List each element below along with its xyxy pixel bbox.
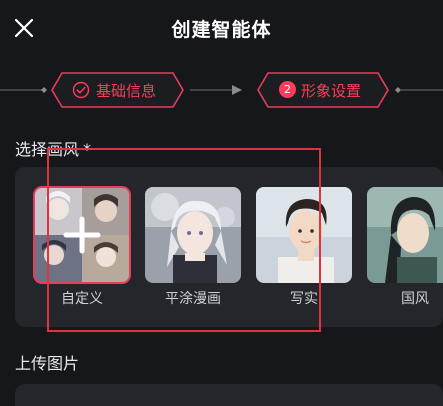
plus-icon [63,216,101,254]
style-option-custom[interactable] [33,186,131,284]
step-2-label[interactable]: 形象设置 [301,80,361,101]
upload-panel[interactable] [15,384,443,406]
flat-comic-preview-image [145,187,241,283]
style-option-flat-comic[interactable] [145,187,241,283]
style-section-title: 选择画风 * [15,136,91,160]
style-option-label: 自定义 [61,291,103,307]
upload-section-title: 上传图片 [15,354,80,373]
required-mark: * [83,140,92,159]
page-title: 创建智能体 [171,19,272,41]
style-options-panel: 自定义 平涂漫画 写实 国风 [15,167,443,327]
step-indicator: 基础信息 2 形象设置 [0,68,443,112]
style-option-guofeng[interactable] [367,187,443,283]
style-option-realistic[interactable] [256,187,352,283]
style-option-label: 国风 [401,291,429,307]
header: 创建智能体 [0,0,443,56]
step-2-number-badge: 2 [279,81,296,98]
realistic-preview-image [256,187,352,283]
style-option-label: 写实 [290,291,318,307]
step-1-label[interactable]: 基础信息 [96,80,156,101]
guofeng-preview-image [367,187,443,283]
style-section-title-text: 选择画风 [15,140,80,159]
step-indicator-graphics [0,72,443,108]
check-circle-icon [72,81,90,99]
style-option-label: 平涂漫画 [165,291,221,307]
